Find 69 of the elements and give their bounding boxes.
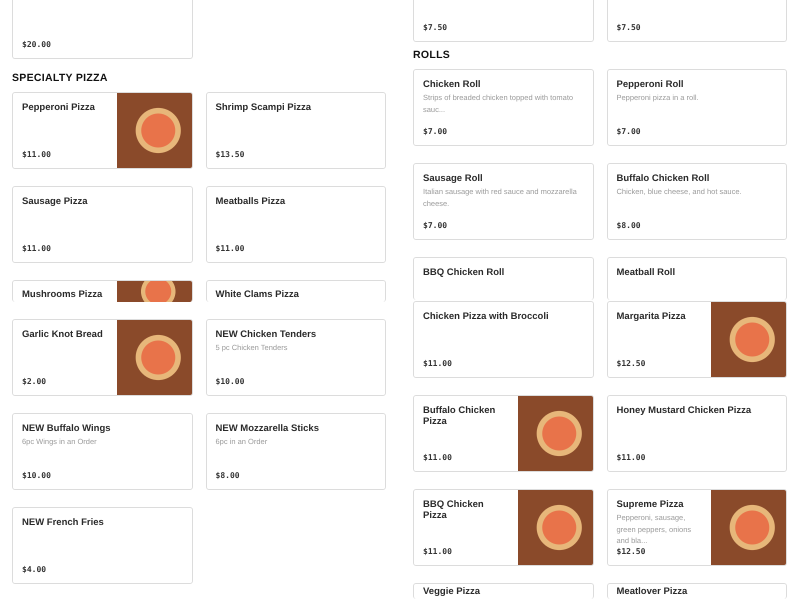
item-price: $12.50 [616,547,646,556]
menu-item-card[interactable]: Shrimp Scampi Pizza $13.50 [206,92,386,169]
item-price: $2.00 [22,377,48,386]
item-price: $8.00 [616,221,642,230]
menu-item-card[interactable]: BBQ Chicken Roll [413,257,594,300]
item-name: NEW Mozzarella Sticks [216,423,320,434]
item-name: White Clams Pizza [216,289,300,300]
menu-item-card[interactable]: Sausage Pizza $11.00 [12,186,192,263]
item-price: $11.00 [216,244,246,253]
item-price: $20.00 [22,40,52,49]
item-name: Chicken Pizza with Broccoli [423,311,550,322]
menu-item-card[interactable]: White Clams Pizza [206,280,386,302]
menu-item-card[interactable]: Meatball Roll [606,257,787,300]
item-name: NEW Buffalo Wings [22,423,112,434]
item-price: $4.00 [22,565,48,574]
section-heading: SPECIALTY PIZZA [12,72,109,84]
item-name: Pepperoni Roll [616,79,685,90]
item-price: $11.00 [22,150,52,159]
item-name: Chicken Roll [423,79,482,90]
item-price: $7.00 [423,127,448,136]
menu-item-card[interactable]: Margarita Pizza $12.50 [606,301,787,378]
item-price: $7.50 [616,23,642,32]
item-name: Supreme Pizza [616,499,685,510]
item-name: Meatlover Pizza [616,586,688,597]
item-name: Honey Mustard Chicken Pizza [616,405,752,416]
menu-item-card[interactable]: Chicken Pizza with Broccoli $11.00 [413,301,594,378]
item-name: Shrimp Scampi Pizza [216,102,312,113]
item-price: $11.00 [22,244,52,253]
item-price: $13.50 [216,150,246,159]
item-name: Meatball Roll [616,267,676,278]
item-price: $7.00 [423,221,448,230]
item-price: $7.00 [616,127,642,136]
item-price: $11.00 [616,453,646,462]
menu-item-card[interactable]: NEW French Fries $4.00 [12,507,192,584]
item-name: NEW French Fries [22,517,105,528]
item-name: Sausage Pizza [22,196,89,207]
item-name: BBQ Chicken Roll [423,267,506,278]
menu-item-card[interactable]: Garlic Knot Bread $2.00 [12,319,192,396]
item-name: Pepperoni Pizza [22,102,96,113]
item-name: NEW Chicken Tenders [216,329,318,340]
item-name: Meatballs Pizza [216,196,286,207]
menu-item-card[interactable]: $7.50 [413,0,594,42]
menu-item-card[interactable]: Meatlover Pizza [606,583,787,599]
item-name: Garlic Knot Bread [22,329,104,340]
item-price: $10.00 [216,377,246,386]
item-name: BBQ Chicken Pizza [423,499,485,521]
menu-item-card[interactable]: $7.50 [606,0,787,42]
item-price: $12.50 [616,359,646,368]
item-price: $8.00 [216,471,241,480]
item-name: Sausage Roll [423,173,484,184]
item-price: $10.00 [22,471,52,480]
item-price: $7.50 [423,23,448,32]
item-name: Buffalo Chicken Pizza [423,405,496,427]
menu-item-card[interactable]: Pepperoni Pizza $11.00 [12,92,192,169]
menu-item-card[interactable]: Mushrooms Pizza [12,280,192,302]
item-price: $11.00 [423,547,453,556]
menu-item-card[interactable]: Honey Mustard Chicken Pizza $11.00 [606,395,787,472]
item-name: Veggie Pizza [423,586,482,597]
menu-item-card[interactable]: BBQ Chicken Pizza $11.00 [413,489,594,566]
item-name: Margarita Pizza [616,311,687,322]
menu-item-card[interactable]: Meatballs Pizza $11.00 [206,186,386,263]
menu-item-card[interactable]: Veggie Pizza [413,583,594,599]
item-price: $11.00 [423,359,453,368]
section-heading: ROLLS [413,49,452,61]
menu-item-card[interactable]: Buffalo Chicken Pizza $11.00 [413,395,594,472]
item-name: Mushrooms Pizza [22,289,104,300]
item-name: Buffalo Chicken Roll [616,173,710,184]
menu-item-card[interactable]: $20.00 [12,0,192,59]
item-price: $11.00 [423,453,453,462]
